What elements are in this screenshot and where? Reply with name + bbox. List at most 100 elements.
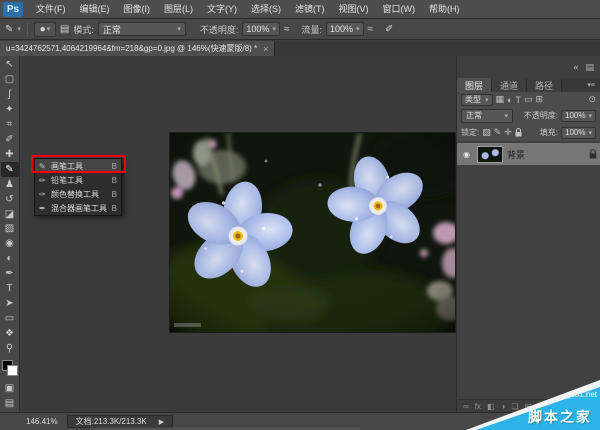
chevron-down-icon: ▾ xyxy=(272,25,276,33)
color-swatches[interactable] xyxy=(2,360,18,376)
flyout-item-label: 画笔工具 xyxy=(51,161,109,172)
filter-type-layers-icon[interactable]: T xyxy=(515,95,521,105)
gradient-tool[interactable]: ▨ xyxy=(1,222,19,237)
rectangle-tool[interactable]: ▭ xyxy=(1,311,19,326)
shortcut-key: B xyxy=(112,204,117,213)
flyout-item-pencil-tool[interactable]: ✏ 铅笔工具 B xyxy=(35,173,121,187)
opacity-dropdown[interactable]: 100% ▾ xyxy=(242,22,280,36)
blend-mode-row: 正常 ▾ 不透明度: 100% ▾ xyxy=(457,107,600,124)
status-expand-icon[interactable]: ▶ xyxy=(159,418,164,426)
menu-image[interactable]: 图像(I) xyxy=(117,0,158,19)
layer-mask-icon[interactable]: ◧ xyxy=(487,402,495,411)
adjustment-layer-icon[interactable]: ◑ xyxy=(501,402,506,411)
flow-dropdown[interactable]: 100% ▾ xyxy=(326,22,364,36)
zoom-level[interactable]: 146.41% xyxy=(26,417,58,426)
chevron-down-icon: ▾ xyxy=(504,112,508,120)
panel-menu-icon[interactable]: ▾≡ xyxy=(587,81,600,89)
menu-help[interactable]: 帮助(H) xyxy=(422,0,467,19)
menu-filter[interactable]: 滤镜(T) xyxy=(288,0,332,19)
brush-tool[interactable]: ✎ xyxy=(1,162,19,177)
menu-bar: Ps 文件(F) 编辑(E) 图像(I) 图层(L) 文字(Y) 选择(S) 滤… xyxy=(0,0,600,19)
layer-row-background[interactable]: ◉ 背景 xyxy=(457,143,600,165)
menu-select[interactable]: 选择(S) xyxy=(244,0,288,19)
flyout-item-label: 混合器画笔工具 xyxy=(51,203,109,214)
document-sizes: 文档:213.3K/213.3K xyxy=(76,416,147,427)
opacity-label: 不透明度: xyxy=(200,23,239,36)
fill-dropdown[interactable]: 100% ▾ xyxy=(561,127,596,139)
quick-mask-button[interactable]: ▣ xyxy=(1,382,19,397)
tab-layers[interactable]: 图层 xyxy=(457,78,492,92)
flyout-item-brush-tool[interactable]: ✎ 画笔工具 B xyxy=(35,159,121,173)
blur-tool[interactable]: ◉ xyxy=(1,237,19,252)
layer-opacity-dropdown[interactable]: 100% ▾ xyxy=(561,110,596,122)
filter-pixel-layers-icon[interactable]: ▦ xyxy=(496,94,505,105)
tool-preset-caret-icon[interactable]: ▾ xyxy=(17,25,21,33)
close-tab-icon[interactable]: × xyxy=(263,44,268,54)
document-tab-bar: u=3424762571,4064219964&fm=218&gp=0.jpg … xyxy=(0,41,600,56)
link-layers-icon[interactable]: ∞ xyxy=(463,402,469,411)
menu-file[interactable]: 文件(F) xyxy=(29,0,73,19)
lock-transparent-pixels-icon[interactable]: ▨ xyxy=(482,127,491,138)
pressure-toggle-icon[interactable]: ✐ xyxy=(385,24,393,35)
dock-menu-icon[interactable]: ▤ xyxy=(585,62,594,73)
layer-thumbnail[interactable] xyxy=(477,146,503,163)
filter-adjustment-layers-icon[interactable]: ◐ xyxy=(507,95,512,105)
menu-type[interactable]: 文字(Y) xyxy=(200,0,244,19)
filter-type-select[interactable]: 类型 ▾ xyxy=(461,94,493,106)
lock-image-pixels-icon[interactable]: ✎ xyxy=(494,127,502,138)
lasso-tool[interactable]: ʃ xyxy=(1,88,19,103)
lock-all-icon[interactable] xyxy=(515,128,522,137)
type-tool[interactable]: T xyxy=(1,282,19,297)
crop-tool[interactable]: ⌗ xyxy=(1,118,19,133)
menu-window[interactable]: 窗口(W) xyxy=(376,0,423,19)
airbrush-opacity-icon[interactable]: ≈ xyxy=(284,24,290,35)
menu-edit[interactable]: 编辑(E) xyxy=(73,0,117,19)
flyout-item-mixer-brush-tool[interactable]: ✒ 混合器画笔工具 B xyxy=(35,201,121,215)
tab-channels[interactable]: 通道 xyxy=(492,78,527,92)
screen-mode-button[interactable]: ▤ xyxy=(1,397,19,412)
document-tab[interactable]: u=3424762571,4064219964&fm=218&gp=0.jpg … xyxy=(0,41,275,56)
rectangular-marquee-tool[interactable]: ▢ xyxy=(1,73,19,88)
layer-list: ◉ 背景 xyxy=(457,141,600,399)
brush-tool-icon[interactable]: ✎ xyxy=(5,24,13,35)
airbrush-toggle-icon[interactable]: ≈ xyxy=(368,24,374,35)
chevron-down-icon: ▾ xyxy=(356,25,360,33)
spot-healing-brush-tool[interactable]: ✚ xyxy=(1,147,19,162)
pencil-icon: ✏ xyxy=(39,176,48,185)
filter-toggle-icon[interactable]: ⊙ xyxy=(588,94,596,105)
clone-stamp-tool[interactable]: ♟ xyxy=(1,177,19,192)
menu-layer[interactable]: 图层(L) xyxy=(157,0,200,19)
dodge-tool[interactable]: ◐ xyxy=(1,252,19,267)
quick-selection-tool[interactable]: ✦ xyxy=(1,103,19,118)
layer-blend-mode-select[interactable]: 正常 ▾ xyxy=(461,109,513,123)
menu-view[interactable]: 视图(V) xyxy=(332,0,376,19)
flyout-item-label: 铅笔工具 xyxy=(51,175,109,186)
filter-smart-objects-icon[interactable]: ⊞ xyxy=(535,94,543,105)
layer-group-icon[interactable]: ❏ xyxy=(511,402,518,411)
brush-preset-picker[interactable]: ● ▾ xyxy=(34,22,56,37)
lock-row: 锁定: ▨ ✎ ✛ 填充: 100% ▾ xyxy=(457,124,600,141)
filter-shape-layers-icon[interactable]: ▭ xyxy=(524,94,533,105)
path-selection-tool[interactable]: ➤ xyxy=(1,297,19,312)
lock-position-icon[interactable]: ✛ xyxy=(504,127,512,138)
panel-tab-bar: 图层 通道 路径 ▾≡ xyxy=(457,78,600,92)
layer-effects-icon[interactable]: fx xyxy=(475,402,481,411)
pen-tool[interactable]: ✒ xyxy=(1,267,19,282)
background-color-swatch[interactable] xyxy=(7,365,18,376)
hand-tool[interactable]: ❖ xyxy=(1,326,19,341)
flyout-item-color-replacement-tool[interactable]: ✑ 颜色替换工具 B xyxy=(35,187,121,201)
collapse-panels-icon[interactable]: « xyxy=(573,62,578,72)
eyedropper-tool[interactable]: ✐ xyxy=(1,133,19,148)
photo-canvas[interactable] xyxy=(170,133,455,332)
layer-opacity-value: 100% xyxy=(565,111,585,120)
history-brush-tool[interactable]: ↺ xyxy=(1,192,19,207)
toggle-brush-panel-icon[interactable]: ▤ xyxy=(60,24,69,35)
visibility-eye-icon[interactable]: ◉ xyxy=(460,150,473,159)
tab-paths[interactable]: 路径 xyxy=(527,78,562,92)
ps-logo: Ps xyxy=(3,2,23,17)
opacity-value: 100% xyxy=(246,24,269,34)
move-tool[interactable]: ↖ xyxy=(1,58,19,73)
zoom-tool[interactable]: ⚲ xyxy=(1,341,19,356)
eraser-tool[interactable]: ◪ xyxy=(1,207,19,222)
blend-mode-select[interactable]: 正常 ▾ xyxy=(98,22,186,36)
